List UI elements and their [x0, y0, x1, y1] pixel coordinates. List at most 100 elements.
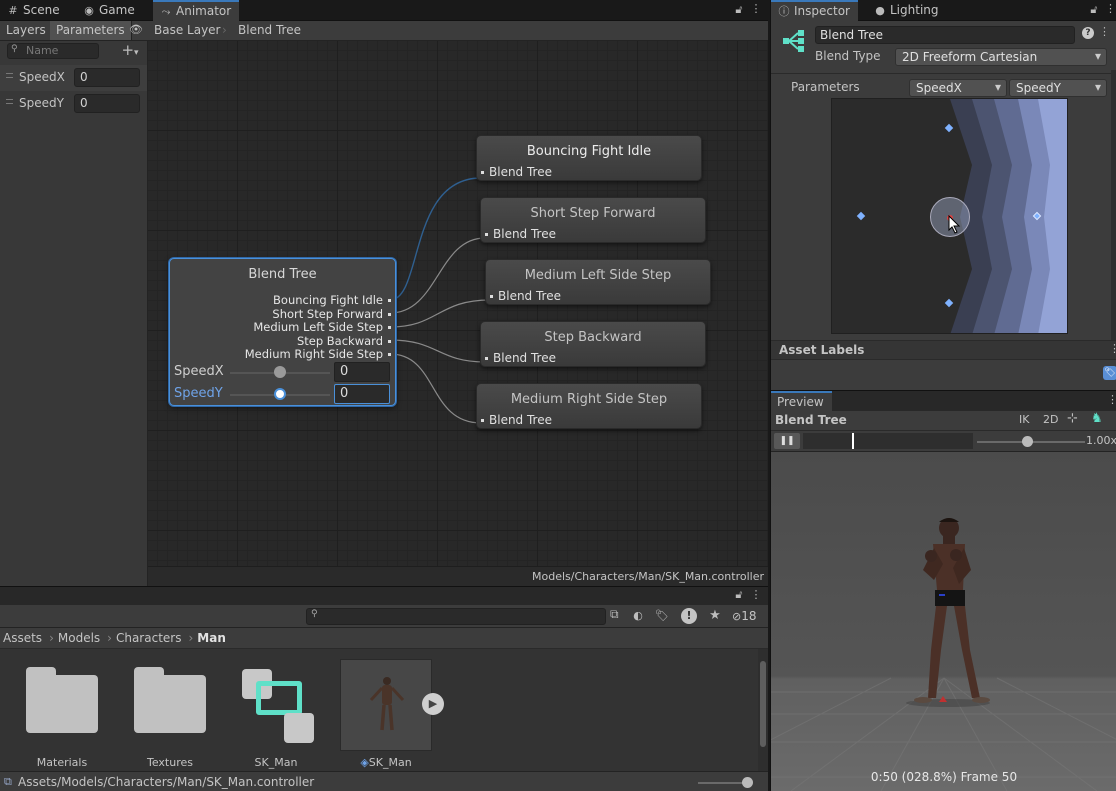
asset-labels-header[interactable]: Asset Labels ⋮: [771, 340, 1116, 360]
motion-node-port[interactable]: Blend Tree: [490, 289, 561, 303]
tab-game[interactable]: ◉ Game: [76, 0, 143, 21]
settings-menu-icon[interactable]: ⋮: [1099, 25, 1110, 38]
parameters-panel: ⚲ Name +▾ SpeedX 0 SpeedY 0: [0, 41, 148, 586]
timeline-scrubber[interactable]: [803, 433, 973, 449]
preview-title: Blend Tree: [775, 413, 847, 427]
motion-node-port[interactable]: Blend Tree: [485, 227, 556, 241]
output-port[interactable]: Medium Left Side Step: [253, 320, 391, 334]
kebab-menu-icon[interactable]: ⋮: [1107, 393, 1116, 406]
slider-thumb[interactable]: [274, 366, 286, 378]
add-parameter-button[interactable]: +▾: [116, 41, 144, 59]
motion-node-title: Medium Left Side Step: [524, 268, 672, 283]
lock-icon[interactable]: 🔓︎: [732, 588, 746, 602]
motion-node-port[interactable]: Blend Tree: [481, 413, 552, 427]
drag-handle-icon[interactable]: [6, 99, 13, 104]
kebab-menu-icon[interactable]: ⋮: [1105, 2, 1116, 15]
hidden-packages-toggle[interactable]: ⊘18: [732, 609, 757, 623]
breadcrumb-blend-tree[interactable]: Blend Tree: [238, 21, 301, 40]
blend-type-dropdown[interactable]: 2D Freeform Cartesian: [895, 48, 1107, 66]
search-by-type-icon[interactable]: ⧉: [610, 607, 619, 622]
preview-viewport[interactable]: 0:50 (028.8%) Frame 50: [771, 452, 1116, 791]
blend-type-label: Blend Type: [815, 49, 881, 63]
project-breadcrumb: Assets › Models › Characters › Man: [0, 628, 768, 649]
tag-icon[interactable]: 🏷︎: [1103, 366, 1116, 380]
output-port[interactable]: Step Backward: [297, 334, 392, 348]
playback-speed-thumb[interactable]: [1022, 436, 1033, 447]
project-search-input[interactable]: ⚲ ⧉: [306, 607, 619, 625]
tab-parameters[interactable]: Parameters: [50, 21, 132, 40]
blend-tree-node[interactable]: Blend Tree Bouncing Fight Idle Short Ste…: [169, 258, 396, 406]
icon-size-slider-thumb[interactable]: [742, 777, 753, 788]
label-icon[interactable]: 🏷︎: [655, 609, 669, 622]
blend-tree-name-input[interactable]: Blend Tree: [815, 26, 1075, 44]
icon-size-slider[interactable]: [698, 782, 748, 784]
parameter-value-field[interactable]: 0: [74, 94, 140, 113]
scrollbar-thumb[interactable]: [760, 661, 766, 747]
help-icon[interactable]: ?: [1082, 27, 1094, 39]
star-icon[interactable]: ★: [707, 608, 723, 623]
parameter-search[interactable]: ⚲ Name: [7, 43, 99, 59]
tab-animator[interactable]: ⤳ Animator: [153, 0, 240, 21]
motion-node[interactable]: Short Step Forward Blend Tree: [480, 197, 706, 243]
output-port[interactable]: Bouncing Fight Idle: [273, 293, 391, 307]
character-model: [914, 518, 990, 703]
tab-preview[interactable]: Preview: [771, 391, 832, 412]
kebab-menu-icon[interactable]: ⋮: [750, 2, 762, 15]
lock-icon[interactable]: 🔓︎: [1087, 3, 1101, 17]
tab-layers[interactable]: Layers: [0, 21, 53, 40]
filter-type-icon[interactable]: ◐: [631, 609, 645, 622]
tab-scene[interactable]: # Scene: [0, 0, 68, 21]
breadcrumb-assets[interactable]: Assets: [3, 631, 42, 645]
preview-header: Blend Tree IK 2D ⊹ ♞: [771, 411, 1116, 431]
folder-icon: [26, 667, 98, 733]
character-thumbnail-icon: [369, 677, 405, 731]
avatar-icon[interactable]: ♞: [1091, 411, 1103, 426]
motion-node-port[interactable]: Blend Tree: [481, 165, 552, 179]
output-port[interactable]: Short Step Forward: [272, 307, 391, 321]
motion-node-title: Medium Right Side Step: [510, 392, 668, 407]
tab-lighting[interactable]: ● Lighting: [867, 0, 947, 21]
breadcrumb-base-layer[interactable]: Base Layer: [154, 21, 221, 40]
expand-play-icon[interactable]: ▶: [422, 693, 444, 715]
motion-node[interactable]: Step Backward Blend Tree: [480, 321, 706, 367]
output-port[interactable]: Medium Right Side Step: [245, 347, 392, 361]
breadcrumb: Base Layer › Blend Tree: [148, 21, 328, 41]
breadcrumb-models[interactable]: Models: [58, 631, 100, 645]
motion-node-port[interactable]: Blend Tree: [485, 351, 556, 365]
motion-node[interactable]: Bouncing Fight Idle Blend Tree: [476, 135, 702, 181]
mouse-cursor-icon: [948, 215, 961, 234]
motion-node[interactable]: Medium Right Side Step Blend Tree: [476, 383, 702, 429]
tab-inspector[interactable]: ⓘ Inspector: [771, 0, 858, 21]
parameter-value-field[interactable]: 0: [74, 68, 140, 87]
pivot-icon[interactable]: ⊹: [1067, 411, 1078, 426]
ik-toggle-button[interactable]: IK: [1019, 413, 1029, 426]
eye-icon[interactable]: 👁︎: [128, 23, 144, 36]
warning-icon[interactable]: !: [681, 608, 697, 624]
lock-icon[interactable]: 🔓︎: [732, 3, 746, 17]
motion-node[interactable]: Medium Left Side Step Blend Tree: [485, 259, 711, 305]
project-scrollbar[interactable]: [758, 649, 768, 771]
parameter-x-dropdown[interactable]: SpeedX: [909, 79, 1007, 97]
slider-value-field[interactable]: 0: [334, 362, 390, 382]
kebab-menu-icon[interactable]: ⋮: [750, 588, 762, 601]
parameter-y-dropdown[interactable]: SpeedY: [1009, 79, 1107, 97]
slider-value-field[interactable]: 0: [334, 384, 390, 404]
inspector-scrollbar[interactable]: [1111, 70, 1116, 340]
breadcrumb-separator: ›: [188, 631, 194, 645]
breadcrumb-separator: ›: [49, 631, 54, 645]
breadcrumb-man[interactable]: Man: [197, 631, 226, 645]
inspector-window: ⓘ Inspector ● Lighting 🔓︎ ⋮ Blend Tree ? ⋮…: [770, 0, 1116, 390]
parameter-row-speedy[interactable]: SpeedY 0: [0, 91, 147, 117]
breadcrumb-characters[interactable]: Characters: [116, 631, 182, 645]
breadcrumb-separator: ›: [107, 631, 112, 645]
parameter-name: SpeedY: [19, 96, 64, 110]
slider-thumb[interactable]: [274, 388, 286, 400]
twod-toggle-button[interactable]: 2D: [1043, 413, 1058, 426]
blend-space-view[interactable]: [831, 98, 1068, 334]
parameter-row-speedx[interactable]: SpeedX 0: [0, 65, 147, 91]
pause-button[interactable]: ❚❚: [774, 433, 800, 449]
blend-tree-graph[interactable]: Bouncing Fight Idle Blend Tree Short Ste…: [148, 41, 768, 566]
kebab-menu-icon[interactable]: ⋮: [1109, 342, 1116, 355]
timeline-playhead[interactable]: [852, 433, 854, 449]
drag-handle-icon[interactable]: [6, 73, 13, 78]
